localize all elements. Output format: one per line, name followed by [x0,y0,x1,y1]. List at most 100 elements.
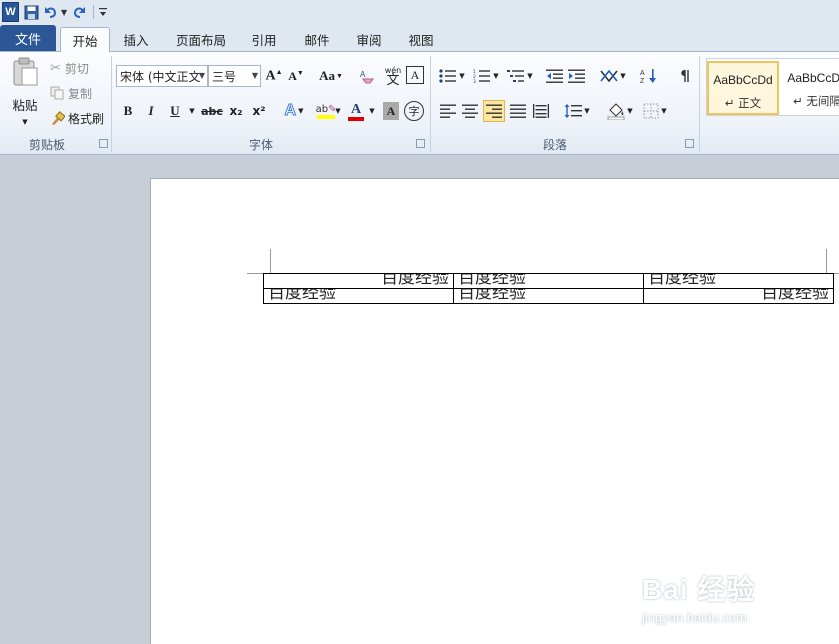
text-effects-button[interactable]: A ▼ [280,100,308,122]
table-cell-text: 百度经验 [381,273,449,286]
brush-icon [52,111,65,125]
bold-button[interactable]: B [118,100,138,122]
phonetic-guide-button[interactable]: wén 文 [382,64,404,88]
style-normal-sample: AaBbCcDd [713,73,773,87]
style-no-spacing-name: ↵ 无间隔 [793,94,839,108]
customize-qat-icon[interactable] [98,2,108,22]
font-name-combo[interactable]: 宋体 (中文正文 ▼ [116,65,208,87]
table-cell[interactable]: 百度经验 [263,288,454,304]
font-dialog-launcher[interactable] [416,139,425,148]
clear-formatting-button[interactable]: A [358,65,378,87]
increase-indent-button[interactable] [566,66,586,86]
subscript-icon: x₂ [229,104,243,118]
font-color-bar [348,116,364,121]
subscript-button[interactable]: x₂ [226,100,246,122]
decrease-indent-button[interactable] [544,66,564,86]
undo-dropdown-icon[interactable]: ▼ [61,2,67,22]
save-icon[interactable] [21,2,41,22]
shading-button[interactable]: ▼ [604,100,636,122]
pilcrow-icon [681,70,689,82]
strikethrough-button[interactable]: abc [200,100,224,122]
tab-references[interactable]: 引用 [244,27,284,52]
borders-button[interactable]: ▼ [640,100,670,122]
svg-text:A: A [360,70,366,79]
align-right-button[interactable] [483,100,505,122]
strikethrough-icon: abc [201,104,223,118]
paste-label: 粘贴 [12,97,38,113]
underline-button[interactable]: U [164,100,186,122]
tab-review[interactable]: 审阅 [348,27,390,52]
borders-icon [643,103,659,119]
line-spacing-button[interactable]: ▼ [562,100,592,122]
underline-dropdown[interactable]: ▼ [187,104,197,118]
table-cell-text: 百度经验 [268,288,336,301]
multilevel-list-button[interactable]: ▼ [504,66,536,86]
undo-icon[interactable] [43,2,59,22]
sort-button[interactable]: AZ [638,66,660,86]
font-group-label: 字体 [248,138,273,152]
paint-bucket-icon [607,103,625,120]
font-size-combo[interactable]: 三号 ▼ [208,65,261,87]
character-shading-button[interactable]: A [383,102,399,120]
align-left-button[interactable] [438,100,458,122]
format-painter-button[interactable]: 格式刷 [50,108,104,128]
table-cell-text: 百度经验 [761,288,829,301]
chinese-layout-button[interactable]: ▼ [598,66,628,86]
table-cell[interactable]: 百度经验 [453,273,644,289]
cut-label: 剪切 [64,61,89,76]
distributed-icon [533,104,549,118]
table-cell[interactable]: 百度经验 [263,273,454,289]
ribbon-tabs: 文件 开始 插入 页面布局 引用 邮件 审阅 视图 [0,24,839,53]
font-name-value: 宋体 (中文正文 [120,69,201,84]
clipboard-dialog-launcher[interactable] [99,139,108,148]
tab-file[interactable]: 文件 [0,25,56,51]
enclose-characters-button[interactable]: 字 [404,101,424,121]
grow-font-icon: A▲ [265,67,283,84]
font-color-dropdown[interactable]: ▼ [367,104,377,118]
character-border-button[interactable]: A [406,66,424,84]
italic-button[interactable]: I [141,100,161,122]
paragraph-group-label: 段落 [542,138,567,152]
style-no-spacing-sample: AaBbCcDd [787,71,839,85]
copy-icon [50,86,64,100]
style-normal[interactable]: AaBbCcDd ↵ 正文 [707,61,779,115]
quick-access-toolbar: W ▼ [0,0,839,24]
tab-home[interactable]: 开始 [60,27,110,53]
paste-dropdown-icon: ▼ [22,117,28,126]
shrink-font-button[interactable]: A▼ [286,66,306,86]
margin-corner-mark [270,249,271,273]
bullets-button[interactable]: ▼ [436,66,468,86]
change-case-button[interactable]: Aa ▼ [316,66,346,86]
document-table[interactable]: 百度经验 百度经验 百度经验 百度经验 百度经验 百度经验 [263,273,834,304]
tab-mailings[interactable]: 邮件 [296,27,338,52]
chevron-down-icon: ▼ [251,71,258,80]
enclose-characters-icon: 字 [408,105,420,118]
grow-font-button[interactable]: A▲ [264,66,284,86]
show-formatting-marks-button[interactable] [674,66,694,86]
numbering-button[interactable]: 123 ▼ [470,66,502,86]
copy-button[interactable]: 复制 [50,83,92,103]
table-row: 百度经验 百度经验 百度经验 [263,273,834,289]
italic-icon: I [148,103,154,118]
table-cell[interactable]: 百度经验 [643,273,834,289]
justify-button[interactable] [508,100,528,122]
align-center-icon [462,104,478,118]
tab-page-layout[interactable]: 页面布局 [168,27,234,52]
font-color-button[interactable]: A [346,98,366,124]
paragraph-dialog-launcher[interactable] [685,139,694,148]
redo-icon[interactable] [69,2,89,22]
distributed-button[interactable] [531,100,551,122]
table-cell[interactable]: 百度经验 [453,288,644,304]
svg-text:3: 3 [473,79,476,83]
style-no-spacing[interactable]: AaBbCcDd ↵ 无间隔 [781,61,839,115]
decrease-indent-icon [545,69,563,83]
cut-button[interactable]: ✂ 剪切 [50,58,89,78]
tab-view[interactable]: 视图 [400,27,442,52]
paste-button[interactable]: 粘贴 ▼ [6,56,44,126]
table-cell[interactable]: 百度经验 [643,288,834,304]
highlight-dropdown[interactable]: ▼ [333,104,343,118]
align-center-button[interactable] [460,100,480,122]
superscript-button[interactable]: x² [249,100,269,122]
tab-insert[interactable]: 插入 [114,27,158,52]
word-app-icon[interactable]: W [2,2,19,22]
